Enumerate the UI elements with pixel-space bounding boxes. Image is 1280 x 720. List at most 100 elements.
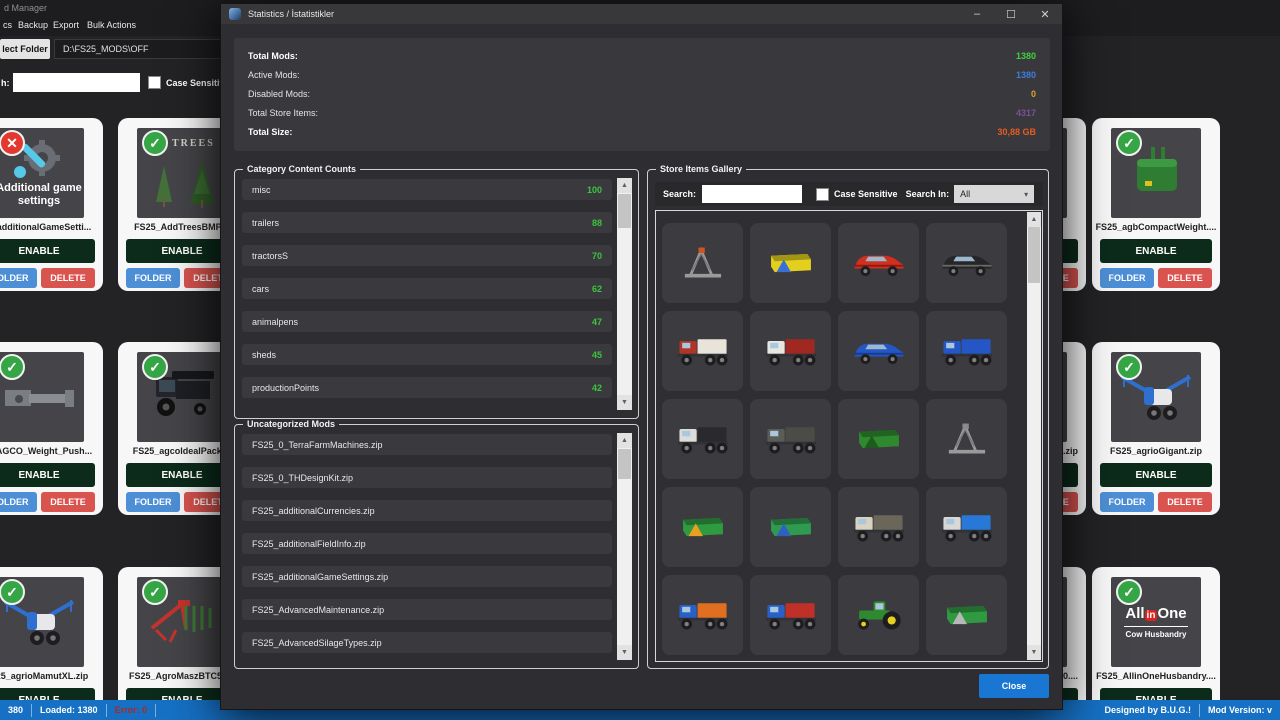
mod-filename: FS25_AdvancedSilageTypes.zip [252,638,382,648]
mod-filename: FS25_0_TerraFarmMachines.zip [252,440,383,450]
app-search-input[interactable] [13,73,140,92]
enable-button[interactable]: ENABLE [0,463,95,487]
gallery-item-blue-log-truck[interactable] [750,575,831,655]
uncategorized-mod-row[interactable]: FS25_additionalCurrencies.zip [242,500,612,521]
select-folder-button[interactable]: lect Folder [0,39,50,59]
scroll-up-icon[interactable]: ▲ [617,178,632,193]
gallery-item-gray-frame[interactable] [926,399,1007,479]
uncategorized-mod-row[interactable]: FS25_0_TerraFarmMachines.zip [242,434,612,455]
enable-button[interactable]: ENABLE [1100,239,1212,263]
mod-filename: FS25_additionalFieldInfo.zip [252,539,366,549]
uncategorized-mod-row[interactable]: FS25_additionalGameSettings.zip [242,566,612,587]
maximize-icon[interactable]: ☐ [994,4,1028,24]
category-row[interactable]: misc 100 [242,179,612,200]
scroll-down-icon[interactable]: ▼ [617,645,632,660]
delete-button[interactable]: DELETE [1158,268,1212,288]
menu-item-export[interactable]: Export [53,20,79,30]
scroll-thumb[interactable] [618,194,631,228]
stat-label: Total Store Items: [248,108,318,118]
category-row[interactable]: productionPoints 42 [242,377,612,398]
scroll-thumb[interactable] [618,449,631,479]
uncategorized-mod-row[interactable]: FS25_AdvancedSilageTypes.zip [242,632,612,653]
gallery-item-blue-orange-truck[interactable] [662,575,743,655]
uncategorized-mod-row[interactable]: FS25_0_THDesignKit.zip [242,467,612,488]
scroll-down-icon[interactable]: ▼ [617,395,632,410]
enabled-check-icon: ✓ [0,354,25,380]
uncategorized-mod-row[interactable]: FS25_additionalFieldInfo.zip [242,533,612,554]
gallery-item-green-container[interactable] [750,487,831,567]
close-icon[interactable]: ✕ [1028,4,1062,24]
uncategorized-mod-row[interactable]: FS25_AdvancedMaintenance.zip [242,599,612,620]
category-row[interactable]: animalpens 47 [242,311,612,332]
dialog-titlebar[interactable]: Statistics / İstatistikler – ☐ ✕ [221,4,1062,24]
scroll-thumb[interactable] [1028,227,1040,283]
gallery-item-gray-military-truck[interactable] [750,399,831,479]
category-count: 47 [592,317,602,327]
folder-button[interactable]: FOLDER [0,268,37,288]
stat-row: Active Mods: 1380 [234,65,1050,84]
uncategorized-scrollbar[interactable]: ▲ ▼ [617,433,632,660]
screen: d Manager csBackupExportBulk Actions lec… [0,0,1280,720]
category-row[interactable]: cars 62 [242,278,612,299]
gallery-item-weight-frame[interactable] [662,223,743,303]
gallery-item-red-white-pickup[interactable] [662,311,743,391]
app-case-sensitive-checkbox[interactable] [148,76,161,89]
menu-item-cs[interactable]: cs [3,20,12,30]
gallery-item-green-planter[interactable] [838,399,919,479]
dialog-icon [229,8,241,20]
gallery-search-label: Search: [663,189,696,199]
category-name: cars [252,284,269,294]
gallery-item-red-classic-car[interactable] [838,223,919,303]
delete-button[interactable]: DELETE [41,268,95,288]
gallery-item-blue-suv[interactable] [838,311,919,391]
enabled-check-icon: ✓ [1116,354,1142,380]
stat-label: Disabled Mods: [248,89,310,99]
stat-label: Total Size: [248,127,292,137]
category-content-counts-box: Category Content Counts misc 100trailers… [234,169,639,419]
menu-item-backup[interactable]: Backup [18,20,48,30]
category-row[interactable]: sheds 45 [242,344,612,365]
folder-button[interactable]: FOLDER [1100,492,1154,512]
category-scrollbar[interactable]: ▲ ▼ [617,178,632,410]
enable-button[interactable]: ENABLE [0,239,95,263]
gallery-item-black-car[interactable] [926,223,1007,303]
folder-button[interactable]: FOLDER [1100,268,1154,288]
folder-button[interactable]: FOLDER [126,492,180,512]
gallery-item-white-semi-truck[interactable] [750,311,831,391]
search-in-dropdown[interactable]: All ▾ [954,185,1034,203]
menu-item-bulk-actions[interactable]: Bulk Actions [87,20,136,30]
gallery-search-strip: Search: Case Sensitive Search In: All ▾ [655,182,1043,206]
gallery-case-sensitive-checkbox[interactable] [816,188,829,201]
gallery-item-blue-pickup[interactable] [926,311,1007,391]
mod-filename: FS25_AdvancedMaintenance.zip [252,605,384,615]
enabled-check-icon: ✓ [142,354,168,380]
gallery-item-tan-truck[interactable] [838,487,919,567]
stat-label: Active Mods: [248,70,300,80]
enable-button[interactable]: ENABLE [1100,463,1212,487]
category-row[interactable]: tractorsS 70 [242,245,612,266]
category-name: tractorsS [252,251,288,261]
gallery-scrollbar[interactable]: ▲ ▼ [1027,212,1041,660]
statusbar-segment: Error: 0 [107,705,156,715]
gallery-item-green-leveler[interactable] [662,487,743,567]
stat-value: 4317 [1016,108,1036,118]
gallery-item-green-hopper[interactable] [926,575,1007,655]
scroll-up-icon[interactable]: ▲ [617,433,632,448]
scroll-down-icon[interactable]: ▼ [1027,645,1041,660]
gallery-item-yellow-sprayer[interactable] [750,223,831,303]
category-box-title: Category Content Counts [243,164,360,174]
delete-button[interactable]: DELETE [1158,492,1212,512]
folder-button[interactable]: FOLDER [126,268,180,288]
gallery-item-white-flatbed-truck[interactable] [662,399,743,479]
gallery-item-blue-dump-truck[interactable] [926,487,1007,567]
close-button[interactable]: Close [979,674,1049,698]
delete-button[interactable]: DELETE [41,492,95,512]
statusbar-segment: Designed by B.U.G.! [1096,705,1199,715]
minimize-icon[interactable]: – [960,4,994,24]
store-items-gallery-box: Store Items Gallery Search: Case Sensiti… [647,169,1049,669]
gallery-search-input[interactable] [702,185,802,203]
folder-button[interactable]: FOLDER [0,492,37,512]
scroll-up-icon[interactable]: ▲ [1027,212,1041,227]
category-row[interactable]: trailers 88 [242,212,612,233]
gallery-item-green-tractor[interactable] [838,575,919,655]
